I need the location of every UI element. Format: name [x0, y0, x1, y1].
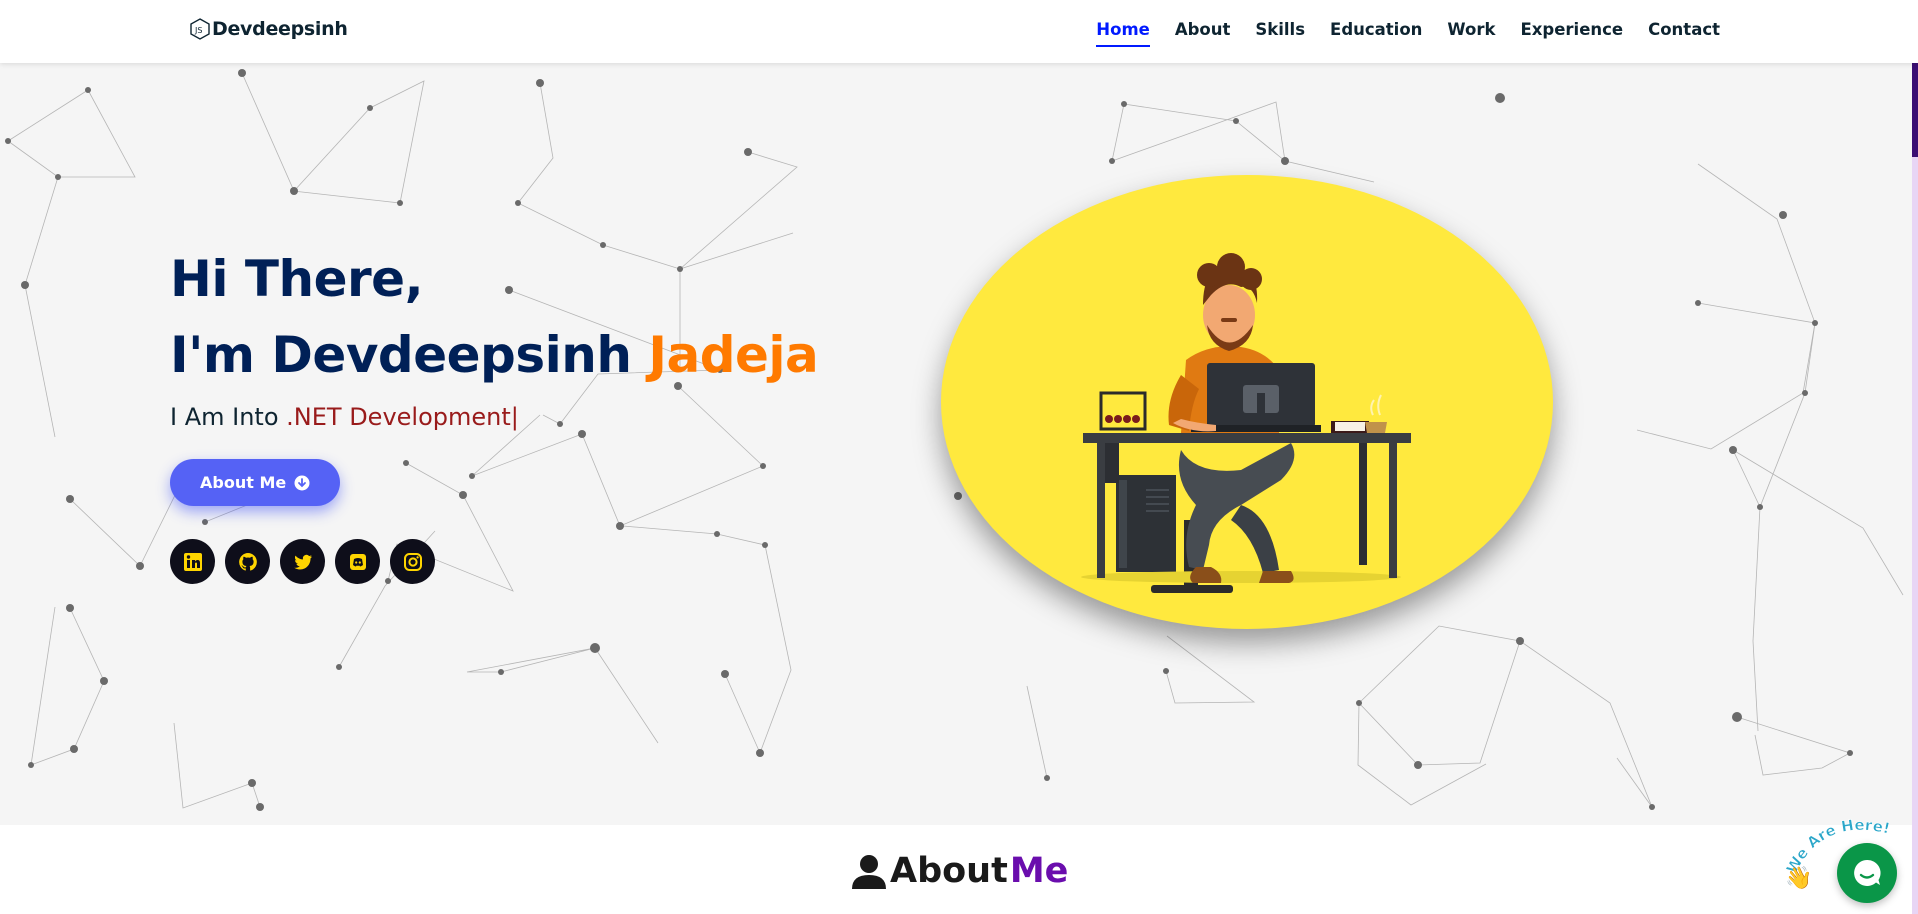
arrow-circle-down-icon: [294, 475, 310, 490]
typing-prefix: I Am Into: [170, 403, 279, 431]
social-links: [170, 539, 818, 584]
hero-content: Hi There, I'm Devdeepsinh Jadeja I Am In…: [170, 241, 819, 584]
linkedin-link[interactable]: [170, 539, 215, 584]
instagram-icon: [403, 552, 422, 571]
brand-logo[interactable]: JS Devdeepsinh: [190, 18, 348, 40]
brand-name: Devdeepsinh: [212, 18, 348, 40]
page-scrollbar[interactable]: [1912, 0, 1918, 914]
github-link[interactable]: [225, 539, 270, 584]
instagram-link[interactable]: [390, 539, 435, 584]
hero-section: Hi There, I'm Devdeepsinh Jadeja I Am In…: [0, 63, 1912, 825]
nav-contact[interactable]: Contact: [1648, 20, 1720, 45]
about-heading: About Me: [850, 851, 1068, 891]
discord-icon: [349, 553, 366, 570]
about-section: About Me: [0, 825, 1912, 914]
nav-skills[interactable]: Skills: [1255, 20, 1305, 45]
twitter-icon: [293, 554, 312, 569]
code-hex-icon: JS: [190, 18, 210, 40]
about-heading-text: About: [890, 851, 1008, 891]
svg-text:JS: JS: [194, 26, 202, 35]
github-icon: [238, 552, 257, 571]
nav-work[interactable]: Work: [1447, 20, 1495, 45]
user-icon: [852, 855, 886, 889]
navbar: JS Devdeepsinh Home About Skills Educati…: [0, 0, 1918, 63]
nav-menu: Home About Skills Education Work Experie…: [1096, 20, 1720, 47]
nav-home[interactable]: Home: [1096, 20, 1150, 47]
about-me-button[interactable]: About Me: [170, 459, 341, 506]
about-heading-accent: Me: [1009, 851, 1069, 891]
greeting-surname: Jadeja: [648, 326, 819, 384]
greeting-name: I'm Devdeepsinh: [170, 326, 632, 384]
chat-button[interactable]: [1837, 843, 1897, 903]
nav-education[interactable]: Education: [1330, 20, 1422, 45]
twitter-link[interactable]: [280, 539, 325, 584]
hero-greeting: Hi There, I'm Devdeepsinh Jadeja: [170, 241, 819, 393]
about-me-button-label: About Me: [200, 473, 287, 492]
greeting-line-1: Hi There,: [170, 250, 424, 308]
discord-link[interactable]: [335, 539, 380, 584]
nav-about[interactable]: About: [1175, 20, 1231, 45]
nav-experience[interactable]: Experience: [1520, 20, 1623, 45]
waving-hand-icon: 👋: [1785, 865, 1812, 891]
chat-bubble-icon: [1854, 859, 1881, 886]
linkedin-icon: [183, 552, 202, 571]
hero-illustration: [941, 175, 1553, 629]
chat-widget[interactable]: We Are Here! 👋: [1783, 805, 1903, 905]
typing-text: I Am Into .NET Development|: [170, 403, 818, 431]
typing-role: .NET Development: [286, 403, 511, 431]
typing-cursor: |: [510, 403, 519, 431]
developer-at-desk-illustration: [1081, 253, 1411, 593]
